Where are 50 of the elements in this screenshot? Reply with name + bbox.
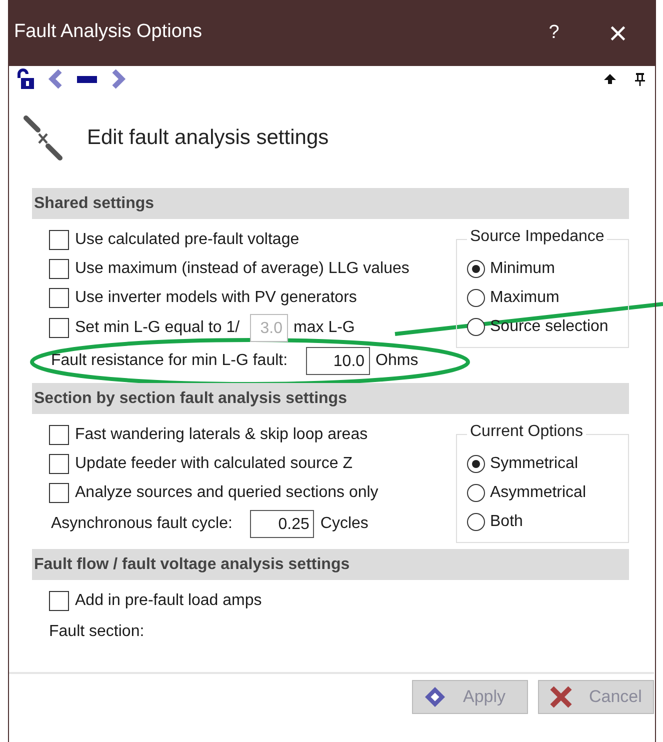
group-title: Source Impedance <box>467 228 608 246</box>
field-label: Asynchronous fault cycle: <box>51 514 232 532</box>
close-icon <box>549 685 573 709</box>
checkbox[interactable] <box>49 482 69 502</box>
unit-label: Ohms <box>376 352 418 370</box>
close-button[interactable]: × <box>586 8 650 58</box>
fault-icon <box>23 115 63 161</box>
radio-label: Maximum <box>490 288 560 306</box>
window-title: Fault Analysis Options <box>13 21 203 43</box>
radio-label: Both <box>490 512 523 530</box>
checkbox-label: Update feeder with calculated source Z <box>75 454 352 472</box>
section-header: Fault flow / fault voltage analysis settings <box>32 549 629 580</box>
group-title: Current Options <box>467 423 586 441</box>
checkbox[interactable] <box>49 454 69 474</box>
help-button[interactable]: ? <box>522 8 586 58</box>
checkbox[interactable] <box>49 230 69 250</box>
unit-label: max L-G <box>294 319 355 337</box>
radio-button[interactable] <box>467 260 485 278</box>
radio-label: Symmetrical <box>490 454 578 472</box>
checkbox[interactable] <box>49 424 69 444</box>
radio-button[interactable] <box>467 288 485 306</box>
checkbox-label: Add in pre-fault load amps <box>75 592 262 610</box>
checkbox-label: Use inverter models with PV generators <box>75 288 357 306</box>
diamond-icon <box>423 685 447 709</box>
page-heading: Edit fault analysis settings <box>87 126 329 150</box>
checkbox[interactable] <box>49 258 69 278</box>
radio-label: Asymmetrical <box>490 484 586 502</box>
radio-button[interactable] <box>467 512 485 530</box>
field-label: Fault section: <box>49 622 144 640</box>
radio-button[interactable] <box>467 318 485 336</box>
radio-label: Source selection <box>490 318 608 336</box>
section-header: Section by section fault analysis settings <box>32 383 629 414</box>
radio-button[interactable] <box>467 454 485 472</box>
checkbox-label: Use calculated pre-fault voltage <box>75 230 300 248</box>
radio-label: Minimum <box>490 260 555 278</box>
checkbox-label: Use maximum (instead of average) LLG values <box>75 260 410 278</box>
field-label: Fault resistance for min L-G fault: <box>51 352 288 370</box>
checkbox-label: Set min L-G equal to 1/ <box>75 319 240 337</box>
radio-button[interactable] <box>467 484 485 502</box>
pin-icon[interactable] <box>633 72 647 86</box>
checkbox-label: Analyze sources and queried sections only <box>75 484 378 502</box>
checkbox[interactable] <box>49 590 69 610</box>
unit-label: Cycles <box>320 514 368 532</box>
up-arrow-icon[interactable] <box>603 72 617 86</box>
input-field[interactable]: 0.25 <box>250 510 314 538</box>
checkbox[interactable] <box>49 288 69 308</box>
checkbox-label: Fast wandering laterals & skip loop areas <box>75 426 368 444</box>
input-field[interactable]: 10.0 <box>306 346 370 374</box>
section-header: Shared settings <box>32 188 629 219</box>
unlock-icon[interactable] <box>15 68 37 90</box>
